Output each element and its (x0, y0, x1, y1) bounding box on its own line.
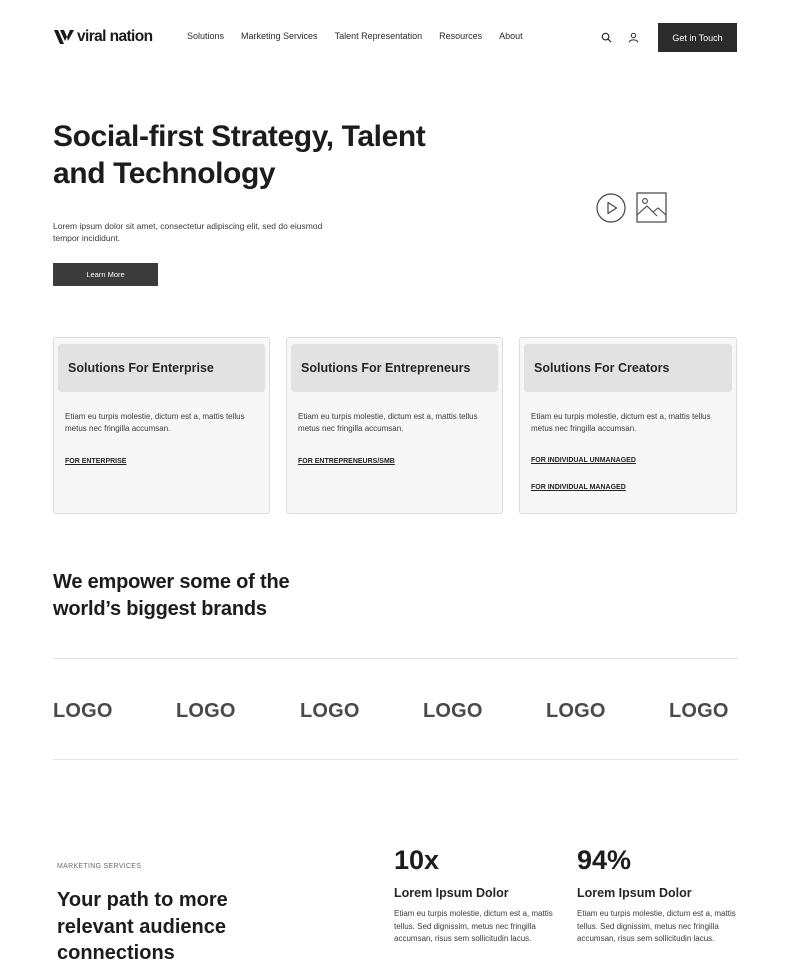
viral-nation-logo-mark-icon (54, 30, 74, 44)
image-icon[interactable] (636, 192, 667, 223)
play-icon[interactable] (596, 193, 626, 223)
section-eyebrow: MARKETING SERVICES (57, 863, 142, 870)
stat-description: Etiam eu turpis molestie, dictum est a, … (577, 909, 736, 943)
nav-item-marketing-services[interactable]: Marketing Services (241, 31, 318, 41)
brands-title: We empower some of the world’s biggest b… (53, 569, 373, 623)
stat-block: 94% Lorem Ipsum Dolor Etiam eu turpis mo… (577, 843, 747, 946)
for-individual-unmanaged-link[interactable]: FOR INDIVIDUAL UNMANAGED (531, 457, 636, 464)
get-in-touch-button[interactable]: Get in Touch (658, 23, 737, 52)
stat-block: 10x Lorem Ipsum Dolor Etiam eu turpis mo… (394, 843, 564, 946)
hero-title-line-1: Social-first Strategy, Talent (53, 120, 426, 153)
brand-logo-placeholder: LOGO (53, 700, 113, 722)
brand-name: viral nation (77, 28, 153, 45)
marketing-title-line-2: relevant audience (57, 915, 226, 938)
card-header: Solutions For Creators (524, 344, 732, 392)
for-entrepreneurs-smb-link[interactable]: FOR ENTREPRENEURS/SMB (298, 458, 395, 465)
solution-card-enterprise: Solutions For Enterprise Etiam eu turpis… (53, 337, 270, 514)
nav-item-solutions[interactable]: Solutions (187, 31, 224, 41)
brand-logo-placeholder: LOGO (300, 700, 360, 722)
divider (53, 759, 738, 760)
hero-title-line-2: and Technology (53, 157, 276, 190)
user-icon[interactable] (626, 30, 640, 44)
brand-logo-placeholder: LOGO (176, 700, 236, 722)
solution-card-creators: Solutions For Creators Etiam eu turpis m… (519, 337, 737, 514)
main-nav: Solutions Marketing Services Talent Repr… (187, 31, 540, 41)
learn-more-button[interactable]: Learn More (53, 263, 158, 286)
marketing-title-line-3: connections (57, 942, 175, 964)
brand-logo-placeholder: LOGO (423, 700, 483, 722)
brands-title-line-2: world’s biggest brands (53, 598, 267, 620)
brand-logo[interactable]: viral nation (53, 27, 153, 47)
brand-logo-placeholder: LOGO (546, 700, 606, 722)
nav-item-talent-representation[interactable]: Talent Representation (335, 31, 423, 41)
card-description: Etiam eu turpis molestie, dictum est a, … (65, 412, 245, 433)
for-individual-managed-link[interactable]: FOR INDIVIDUAL MANAGED (531, 484, 626, 491)
stat-value: 94% (577, 845, 632, 875)
hero-description: Lorem ipsum dolor sit amet, consectetur … (53, 221, 323, 243)
search-icon[interactable] (599, 30, 613, 44)
divider (53, 658, 738, 659)
stat-description: Etiam eu turpis molestie, dictum est a, … (394, 909, 553, 943)
for-enterprise-link[interactable]: FOR ENTERPRISE (65, 458, 126, 465)
solution-card-entrepreneurs: Solutions For Entrepreneurs Etiam eu tur… (286, 337, 503, 514)
site-header: viral nation Solutions Marketing Service… (0, 0, 792, 76)
card-title: Solutions For Entrepreneurs (301, 361, 471, 375)
stat-label: Lorem Ipsum Dolor (394, 886, 509, 900)
card-title: Solutions For Creators (534, 361, 670, 375)
nav-item-about[interactable]: About (499, 31, 523, 41)
stat-label: Lorem Ipsum Dolor (577, 886, 692, 900)
stat-value: 10x (394, 845, 440, 875)
marketing-title-line-1: Your path to more (57, 889, 228, 911)
card-title: Solutions For Enterprise (68, 361, 214, 375)
card-description: Etiam eu turpis molestie, dictum est a, … (298, 412, 478, 433)
card-description: Etiam eu turpis molestie, dictum est a, … (531, 412, 711, 433)
nav-item-resources[interactable]: Resources (439, 31, 482, 41)
brand-logo-placeholder: LOGO (669, 700, 729, 722)
brands-title-line-1: We empower some of the (53, 571, 290, 593)
card-header: Solutions For Entrepreneurs (291, 344, 498, 392)
card-header: Solutions For Enterprise (58, 344, 265, 392)
marketing-title: Your path to more relevant audience conn… (57, 887, 297, 967)
hero-title: Social-first Strategy, Talent and Techno… (53, 118, 473, 192)
